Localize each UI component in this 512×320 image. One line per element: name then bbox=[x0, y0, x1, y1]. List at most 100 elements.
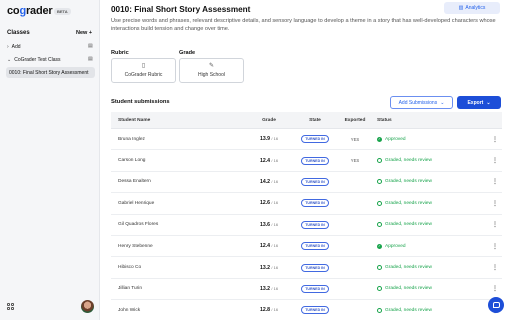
grade-score: 13.2 bbox=[259, 285, 271, 292]
grade-total: / 16 bbox=[271, 264, 279, 270]
add-submissions-button[interactable]: Add Submissions ⌄ bbox=[390, 96, 453, 109]
grade-total: / 16 bbox=[271, 307, 279, 313]
pencil-icon: ✎ bbox=[208, 63, 215, 69]
state-cell: TURNED IN bbox=[291, 263, 339, 272]
chat-icon bbox=[492, 302, 500, 308]
status-cell: Graded, needs review bbox=[371, 158, 489, 164]
grade-score: 13.9 bbox=[259, 136, 271, 143]
status-cell: ✓ Approved bbox=[371, 243, 489, 249]
status-text: Approved bbox=[385, 136, 406, 142]
submissions-heading: Student submissions bbox=[111, 99, 170, 105]
app-logo[interactable]: cograder bbox=[7, 5, 53, 17]
status-cell: Graded, needs review bbox=[371, 265, 489, 271]
state-cell: TURNED IN bbox=[291, 284, 339, 293]
grade-label: Grade bbox=[179, 50, 196, 56]
status-text: Graded, needs review bbox=[385, 222, 432, 228]
sidebar-add-row[interactable]: › Add bbox=[7, 44, 21, 50]
check-circle-icon: ✓ bbox=[377, 136, 382, 142]
more-options-icon[interactable]: ⋮ bbox=[489, 285, 501, 292]
state-cell: TURNED IN bbox=[291, 156, 339, 165]
table-row[interactable]: Gabriel Henrique 12.6 / 16 TURNED IN Graded… bbox=[111, 193, 502, 215]
table-row[interactable]: Gil Quadros Flores 13.6 / 16 TURNED IN Grad… bbox=[111, 215, 502, 236]
state-cell: TURNED IN bbox=[291, 135, 339, 144]
state-badge: TURNED IN bbox=[301, 177, 329, 186]
table-row[interactable]: Carson Long 12.4 / 16 TURNED IN YES Graded, … bbox=[111, 150, 502, 172]
state-badge: TURNED IN bbox=[301, 242, 329, 251]
new-class-button[interactable]: New + bbox=[76, 30, 92, 36]
col-student-name[interactable]: Student Name bbox=[118, 118, 254, 123]
col-status[interactable]: Status bbox=[371, 118, 489, 123]
rubric-value: CoGrader Rubric bbox=[124, 72, 163, 78]
more-options-icon[interactable]: ⋮ bbox=[489, 136, 501, 143]
more-options-icon[interactable]: ⋮ bbox=[489, 264, 501, 271]
sidebar-class-row[interactable]: ⌄ CoGrader Test Class bbox=[7, 57, 61, 63]
chart-icon: ▥ bbox=[458, 5, 464, 11]
chevron-down-icon: ⌄ bbox=[486, 99, 491, 106]
add-submissions-label: Add Submissions bbox=[398, 99, 438, 106]
exported-value: YES bbox=[350, 136, 360, 142]
table-row[interactable]: Jillian Turin 13.2 / 16 TURNED IN Graded, n… bbox=[111, 279, 502, 301]
document-icon: ▯ bbox=[141, 63, 146, 69]
rubric-card[interactable]: ▯ CoGrader Rubric bbox=[111, 58, 176, 83]
state-badge: TURNED IN bbox=[301, 306, 329, 315]
document-icon[interactable]: ▤ bbox=[88, 43, 93, 49]
chat-button[interactable] bbox=[488, 297, 504, 313]
student-name: Gil Quadros Flores bbox=[118, 222, 159, 228]
student-name: Carson Long bbox=[118, 158, 146, 164]
student-name: Dessa Enaltern bbox=[118, 179, 151, 185]
avatar[interactable] bbox=[81, 300, 94, 313]
table-row[interactable]: Henry Stebenne 12.4 / 16 TURNED IN ✓ Approve… bbox=[111, 236, 502, 258]
table-header: Student Name Grade State Exported Status bbox=[111, 112, 502, 129]
more-options-icon[interactable]: ⋮ bbox=[489, 200, 501, 207]
circle-outline-icon bbox=[377, 286, 382, 292]
student-name: Bruna Inglez bbox=[118, 136, 145, 142]
page-title: 0010: Final Short Story Assessment bbox=[111, 5, 251, 14]
state-badge: TURNED IN bbox=[301, 135, 329, 144]
sidebar-add-label: Add bbox=[11, 44, 21, 50]
grade-score: 12.6 bbox=[259, 200, 271, 207]
col-exported[interactable]: Exported bbox=[339, 118, 371, 123]
student-name: John Wick bbox=[118, 307, 141, 313]
grade-total: / 16 bbox=[271, 243, 279, 249]
grade-total: / 16 bbox=[271, 221, 279, 227]
sidebar: cograder BETA Classes New + › Add ▤ ⌄ Co… bbox=[0, 0, 100, 320]
exported-value: YES bbox=[350, 158, 360, 164]
more-options-icon[interactable]: ⋮ bbox=[489, 221, 501, 228]
document-icon[interactable]: ▤ bbox=[88, 56, 93, 62]
grade-total: / 16 bbox=[271, 136, 279, 142]
more-options-icon[interactable]: ⋮ bbox=[489, 157, 501, 164]
sidebar-class-label: CoGrader Test Class bbox=[14, 57, 61, 63]
chevron-down-icon: ⌄ bbox=[440, 99, 445, 106]
apps-grid-icon[interactable] bbox=[7, 303, 14, 310]
student-name: Jillian Turin bbox=[118, 286, 142, 292]
rubric-label: Rubric bbox=[111, 50, 129, 56]
grade-score: 13.6 bbox=[259, 221, 271, 228]
status-text: Graded, needs review bbox=[385, 158, 432, 164]
status-cell: Graded, needs review bbox=[371, 179, 489, 185]
table-row[interactable]: Hibisco Co 13.2 / 16 TURNED IN Graded, need… bbox=[111, 257, 502, 279]
check-circle-icon: ✓ bbox=[377, 243, 382, 249]
state-badge: TURNED IN bbox=[301, 263, 329, 272]
analytics-label: Analytics bbox=[465, 5, 486, 11]
status-cell: Graded, needs review bbox=[371, 200, 489, 206]
col-state[interactable]: State bbox=[291, 118, 339, 123]
more-options-icon[interactable]: ⋮ bbox=[489, 243, 501, 250]
circle-outline-icon bbox=[377, 222, 382, 228]
status-text: Graded, needs review bbox=[385, 265, 432, 271]
grade-score: 13.2 bbox=[259, 264, 271, 271]
status-cell: Graded, needs review bbox=[371, 307, 489, 313]
table-row[interactable]: Dessa Enaltern 14.2 / 16 TURNED IN Graded, … bbox=[111, 172, 502, 194]
grade-card[interactable]: ✎ High School bbox=[179, 58, 244, 83]
state-cell: TURNED IN bbox=[291, 177, 339, 186]
more-options-icon[interactable]: ⋮ bbox=[489, 178, 501, 185]
table-row[interactable]: Bruna Inglez 13.9 / 16 TURNED IN YES ✓ Approv… bbox=[111, 129, 502, 151]
export-button[interactable]: Export ⌄ bbox=[457, 96, 501, 109]
table-row[interactable]: John Wick 12.8 / 16 TURNED IN Graded, needs… bbox=[111, 300, 502, 320]
circle-outline-icon bbox=[377, 200, 382, 206]
sidebar-item-assignment[interactable]: 0010: Final Short Story Assessment bbox=[6, 67, 95, 78]
classes-heading: Classes bbox=[7, 30, 30, 36]
analytics-button[interactable]: ▥ Analytics bbox=[444, 2, 500, 14]
circle-outline-icon bbox=[377, 265, 382, 271]
assignment-description: Use precise words and phrases, relevant … bbox=[111, 18, 496, 32]
state-badge: TURNED IN bbox=[301, 220, 329, 229]
